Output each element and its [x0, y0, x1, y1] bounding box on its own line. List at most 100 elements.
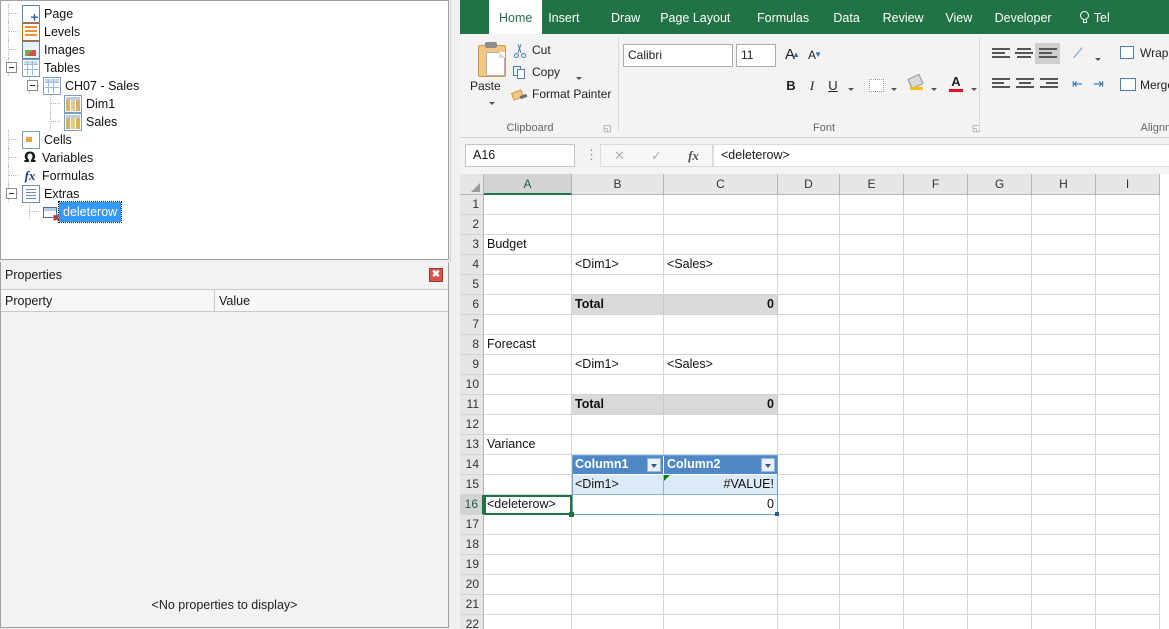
cell-B9[interactable]: <Dim1> — [572, 355, 664, 375]
cell-I1[interactable] — [1096, 195, 1160, 215]
cell-G14[interactable] — [968, 455, 1032, 475]
cell-D13[interactable] — [778, 435, 840, 455]
cell-A10[interactable] — [484, 375, 572, 395]
cell-C5[interactable] — [664, 275, 778, 295]
cell-F16[interactable] — [904, 495, 968, 515]
cell-E22[interactable] — [840, 615, 904, 629]
cell-E5[interactable] — [840, 275, 904, 295]
cell-F17[interactable] — [904, 515, 968, 535]
cell-E15[interactable] — [840, 475, 904, 495]
cell-G16[interactable] — [968, 495, 1032, 515]
cell-B22[interactable] — [572, 615, 664, 629]
tree-item-levels[interactable]: Levels — [6, 22, 80, 41]
cell-G2[interactable] — [968, 215, 1032, 235]
cell-G5[interactable] — [968, 275, 1032, 295]
cell-F8[interactable] — [904, 335, 968, 355]
cell-C3[interactable] — [664, 235, 778, 255]
cell-G13[interactable] — [968, 435, 1032, 455]
cell-F4[interactable] — [904, 255, 968, 275]
column-header-A[interactable]: A — [484, 174, 572, 195]
cell-C7[interactable] — [664, 315, 778, 335]
cell-F10[interactable] — [904, 375, 968, 395]
orientation-dropdown-caret[interactable] — [1092, 52, 1101, 66]
cell-D14[interactable] — [778, 455, 840, 475]
cell-H6[interactable] — [1032, 295, 1096, 315]
close-icon[interactable]: ✖ — [429, 268, 443, 282]
cell-D7[interactable] — [778, 315, 840, 335]
row-header-6[interactable]: 6 — [460, 295, 484, 315]
cell-D6[interactable] — [778, 295, 840, 315]
cancel-formula-icon[interactable]: ✕ — [601, 145, 638, 166]
cell-H1[interactable] — [1032, 195, 1096, 215]
cell-D3[interactable] — [778, 235, 840, 255]
cell-B15[interactable]: <Dim1> — [572, 475, 664, 495]
row-header-13[interactable]: 13 — [460, 435, 484, 455]
cell-I5[interactable] — [1096, 275, 1160, 295]
cell-D9[interactable] — [778, 355, 840, 375]
cell-F2[interactable] — [904, 215, 968, 235]
row-header-10[interactable]: 10 — [460, 375, 484, 395]
row-header-15[interactable]: 15 — [460, 475, 484, 495]
cell-H18[interactable] — [1032, 535, 1096, 555]
cell-C17[interactable] — [664, 515, 778, 535]
tree-item-ch07-sales[interactable]: CH07 - Sales — [27, 76, 139, 95]
underline-button[interactable]: U — [825, 76, 841, 96]
cut-button[interactable]: Cut — [532, 43, 551, 57]
paste-dropdown-caret[interactable] — [486, 96, 495, 110]
cell-F7[interactable] — [904, 315, 968, 335]
cell-H16[interactable] — [1032, 495, 1096, 515]
cell-F15[interactable] — [904, 475, 968, 495]
cell-H4[interactable] — [1032, 255, 1096, 275]
cell-B4[interactable]: <Dim1> — [572, 255, 664, 275]
cell-G8[interactable] — [968, 335, 1032, 355]
cell-D12[interactable] — [778, 415, 840, 435]
fill-color-dropdown-caret[interactable] — [928, 82, 937, 96]
cell-F6[interactable] — [904, 295, 968, 315]
cell-A8[interactable]: Forecast — [484, 335, 572, 355]
cell-I22[interactable] — [1096, 615, 1160, 629]
object-tree-panel[interactable]: Page Levels Images Tables CH07 - Sales Dim1 Sa… — [0, 0, 449, 260]
cell-A19[interactable] — [484, 555, 572, 575]
cell-F5[interactable] — [904, 275, 968, 295]
cell-E11[interactable] — [840, 395, 904, 415]
cell-I20[interactable] — [1096, 575, 1160, 595]
cell-F13[interactable] — [904, 435, 968, 455]
tree-item-extras[interactable]: Extras — [6, 184, 79, 203]
cell-B12[interactable] — [572, 415, 664, 435]
cell-B1[interactable] — [572, 195, 664, 215]
cell-B11[interactable]: Total — [572, 395, 664, 415]
row-header-2[interactable]: 2 — [460, 215, 484, 235]
cell-D21[interactable] — [778, 595, 840, 615]
ribbon-tab-developer[interactable]: Developer — [985, 0, 1062, 34]
cell-A9[interactable] — [484, 355, 572, 375]
cell-D8[interactable] — [778, 335, 840, 355]
cell-H21[interactable] — [1032, 595, 1096, 615]
cell-C10[interactable] — [664, 375, 778, 395]
cell-A5[interactable] — [484, 275, 572, 295]
cell-E21[interactable] — [840, 595, 904, 615]
ribbon-tab-data[interactable]: Data — [823, 0, 869, 34]
cell-C20[interactable] — [664, 575, 778, 595]
cell-C19[interactable] — [664, 555, 778, 575]
cell-E20[interactable] — [840, 575, 904, 595]
formula-bar-grip[interactable]: ⋮ — [585, 148, 598, 162]
cell-A20[interactable] — [484, 575, 572, 595]
cell-E1[interactable] — [840, 195, 904, 215]
cell-B2[interactable] — [572, 215, 664, 235]
column-header-E[interactable]: E — [840, 174, 904, 195]
tree-item-formulas[interactable]: fx Formulas — [6, 166, 95, 184]
row-header-9[interactable]: 9 — [460, 355, 484, 375]
cell-D5[interactable] — [778, 275, 840, 295]
font-color-icon[interactable]: A — [949, 74, 963, 92]
column-header-F[interactable]: F — [904, 174, 968, 195]
font-family-input[interactable]: Calibri — [623, 44, 733, 67]
cell-E10[interactable] — [840, 375, 904, 395]
cell-C21[interactable] — [664, 595, 778, 615]
cell-A11[interactable] — [484, 395, 572, 415]
tree-item-images[interactable]: Images — [6, 40, 85, 59]
cell-G11[interactable] — [968, 395, 1032, 415]
cell-H11[interactable] — [1032, 395, 1096, 415]
cell-H7[interactable] — [1032, 315, 1096, 335]
cell-G12[interactable] — [968, 415, 1032, 435]
ribbon-tab-page-layout[interactable]: Page Layout — [650, 0, 740, 34]
